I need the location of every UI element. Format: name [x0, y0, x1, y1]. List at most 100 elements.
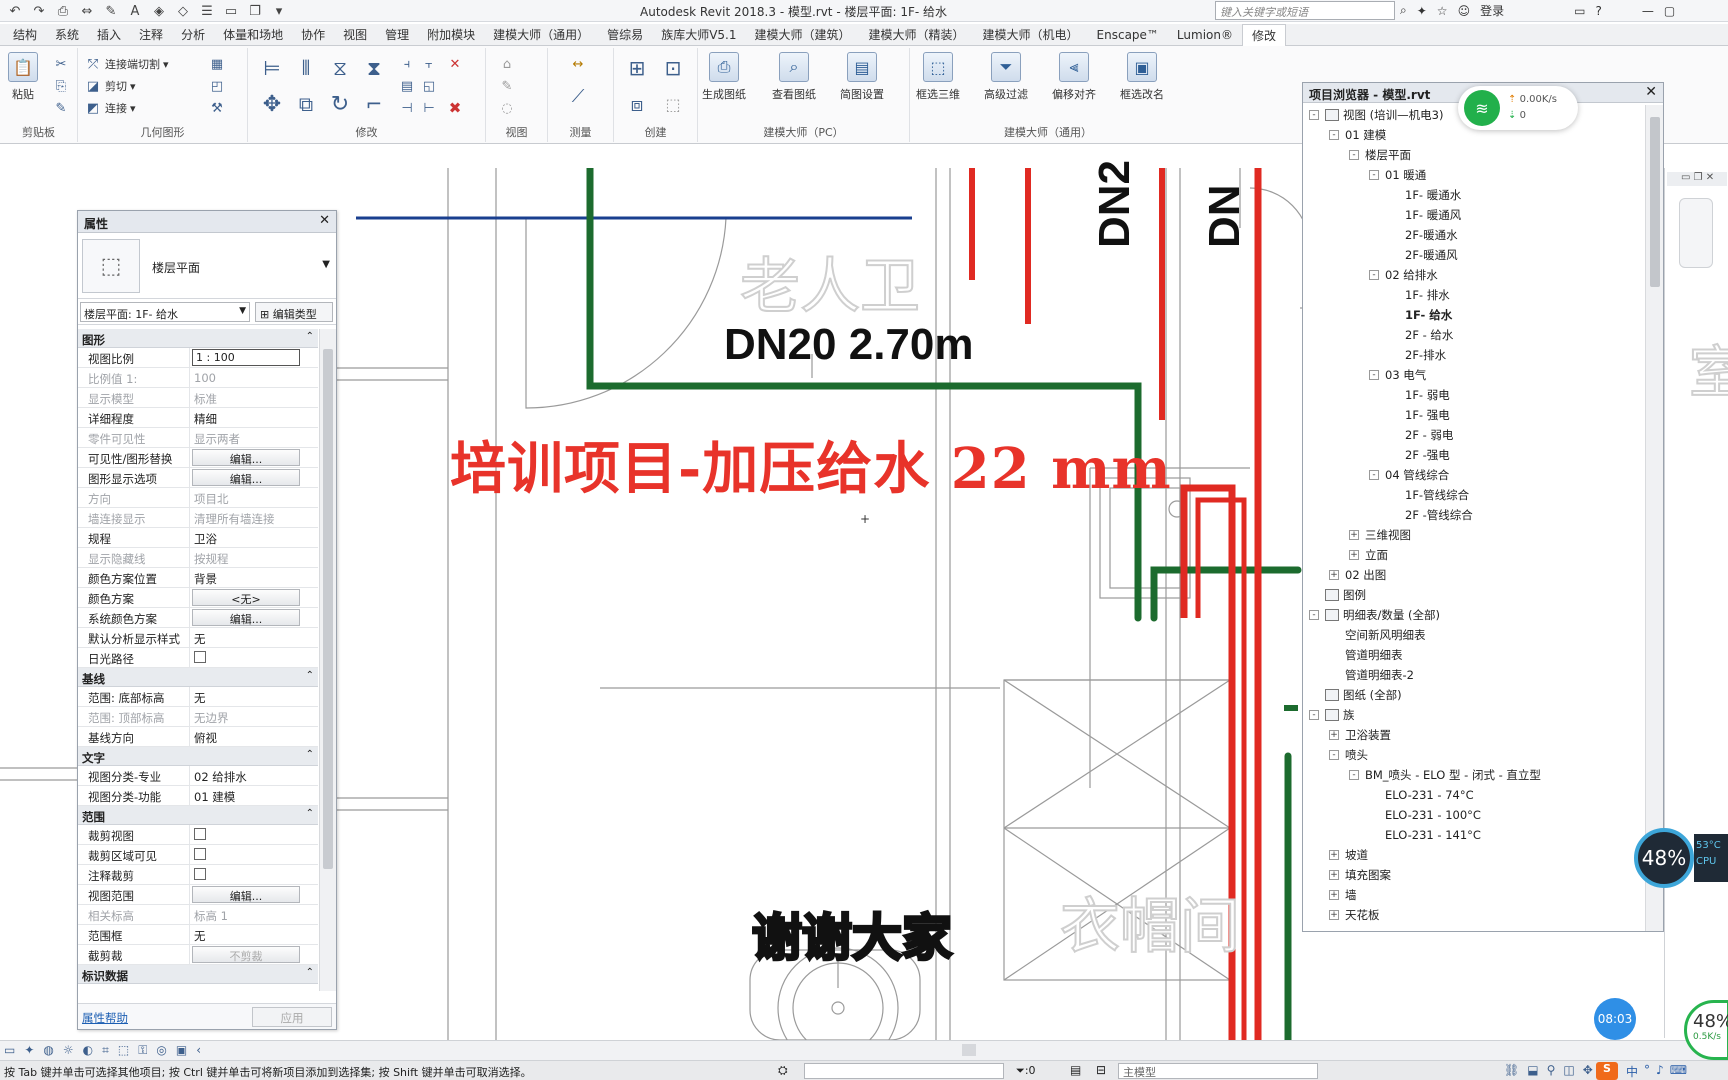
scroll-left-icon[interactable]: ‹ — [196, 1043, 201, 1058]
switch-windows-icon[interactable]: ❐ — [246, 2, 264, 20]
customize-qat-icon[interactable]: ▾ — [270, 2, 288, 20]
browser-node[interactable]: + 天花板 — [1303, 905, 1643, 925]
view-drawings-button[interactable]: ⌕ 查看图纸 — [772, 52, 816, 102]
browser-node[interactable]: -04 管线综合 — [1303, 465, 1643, 485]
horizontal-scroll-thumb[interactable] — [962, 1044, 976, 1056]
type-selector[interactable]: ⬚ 楼层平面 ▼ — [78, 233, 336, 299]
property-checkbox[interactable] — [194, 828, 206, 840]
browser-node[interactable]: -01 暖通 — [1303, 165, 1643, 185]
create-similar-icon[interactable]: ⬚ — [658, 90, 688, 118]
browser-node[interactable]: 2F-暖通风 — [1303, 245, 1643, 265]
expand-icon[interactable]: + — [1329, 570, 1339, 580]
ribbon-tab[interactable]: 管综易 — [598, 24, 652, 46]
ribbon-tab[interactable]: 插入 — [88, 24, 130, 46]
keyboard-icon[interactable]: ⌨ — [1670, 1063, 1687, 1080]
minimize-icon[interactable]: — — [1642, 4, 1654, 18]
pipe-size-label[interactable]: DN20 2.70m — [724, 320, 973, 370]
offset-align-button[interactable]: ⫷ 偏移对齐 — [1052, 52, 1096, 102]
ribbon-tab[interactable]: 体量和场地 — [214, 24, 292, 46]
chevron-down-icon[interactable]: ▼ — [322, 259, 330, 270]
split-face-icon[interactable]: ▦ — [208, 56, 226, 72]
browser-node[interactable]: 空间新风明细表 — [1303, 625, 1643, 645]
browser-node[interactable]: 2F - 弱电 — [1303, 425, 1643, 445]
recording-timer[interactable]: 08:03 — [1594, 998, 1636, 1040]
browser-node[interactable]: - 明细表/数量 (全部) — [1303, 605, 1643, 625]
browser-scrollbar[interactable] — [1645, 105, 1663, 931]
properties-help-link[interactable]: 属性帮助 — [82, 1010, 128, 1026]
collapse-icon[interactable]: ⌃ — [306, 808, 314, 819]
override-graphics-icon[interactable]: ⌂ — [498, 56, 516, 72]
dimension-icon[interactable]: ⟋ — [558, 86, 598, 107]
workset-icon[interactable]: ⛭ — [778, 1063, 788, 1078]
copy-element-icon[interactable]: ⧉ — [292, 90, 320, 118]
apply-button[interactable]: 应用 — [252, 1007, 332, 1027]
properties-scrollbar[interactable] — [319, 329, 336, 991]
browser-node[interactable]: 2F -管线综合 — [1303, 505, 1643, 525]
scrollbar-thumb[interactable] — [323, 349, 333, 869]
redo-icon[interactable]: ↷ — [30, 2, 48, 20]
collapse-icon[interactable]: - — [1329, 130, 1339, 140]
property-checkbox[interactable] — [194, 848, 206, 860]
visual-style-icon[interactable]: ◍ — [43, 1043, 53, 1058]
ribbon-tab[interactable]: 建模大师（通用） — [484, 24, 598, 46]
browser-node[interactable]: 2F -强电 — [1303, 445, 1643, 465]
browser-node[interactable]: -族 — [1303, 705, 1643, 725]
print-icon[interactable]: ⎙ — [54, 2, 72, 20]
select-links-icon[interactable]: ⛓ — [1504, 1063, 1519, 1077]
copy-icon[interactable]: ⎘ — [52, 78, 70, 94]
undo-icon[interactable]: ↶ — [6, 2, 24, 20]
workset-select[interactable] — [804, 1063, 1004, 1079]
ribbon-tab[interactable]: 视图 — [334, 24, 376, 46]
browser-node[interactable]: 1F- 弱电 — [1303, 385, 1643, 405]
property-category[interactable]: 基线 ⌃ — [78, 668, 318, 687]
create-group-icon[interactable]: ⧈ — [622, 90, 652, 118]
collapse-icon[interactable]: ⌃ — [306, 967, 314, 978]
delete-x-icon[interactable]: ✕ — [446, 56, 464, 72]
edit-type-button[interactable]: ⊞ 编辑类型 — [255, 302, 333, 322]
property-value[interactable]: 01 建模 — [194, 790, 235, 804]
design-options-icon[interactable]: ▤ — [1070, 1063, 1081, 1077]
hide-icon[interactable]: ◌ — [498, 100, 516, 116]
collapse-icon[interactable]: - — [1309, 110, 1319, 120]
navigation-bar[interactable] — [1679, 198, 1713, 268]
browser-node[interactable]: 1F-管线综合 — [1303, 485, 1643, 505]
crop-icon[interactable]: ⌗ — [102, 1043, 109, 1058]
browser-node[interactable]: 1F- 暖通风 — [1303, 205, 1643, 225]
browser-node[interactable]: -02 给排水 — [1303, 265, 1643, 285]
ime-lang-icon[interactable]: 中 — [1626, 1063, 1638, 1080]
browser-node[interactable]: 图纸 (全部) — [1303, 685, 1643, 705]
demolish-icon[interactable]: ⚒ — [208, 100, 226, 116]
mirror-axis-icon[interactable]: ⧖ — [326, 54, 354, 82]
maximize-icon[interactable]: ▢ — [1664, 4, 1675, 18]
browser-node[interactable]: 管道明细表-2 — [1303, 665, 1643, 685]
ribbon-tab[interactable]: 注释 — [130, 24, 172, 46]
collapse-icon[interactable]: - — [1369, 470, 1379, 480]
move-icon[interactable]: ✥ — [258, 90, 286, 118]
instance-filter-select[interactable]: 楼层平面: 1F- 给水 ▼ — [80, 302, 250, 322]
ribbon-tab[interactable]: 族库大师V5.1 — [652, 24, 745, 46]
property-edit-button[interactable]: 不剪裁 — [192, 946, 300, 963]
mic-icon[interactable]: ♪ — [1656, 1063, 1664, 1080]
collapse-icon[interactable]: ⌃ — [306, 749, 314, 760]
browser-node[interactable]: 1F- 给水 — [1303, 305, 1643, 325]
expand-icon[interactable]: + — [1349, 550, 1359, 560]
browser-node[interactable]: 2F-暖通水 — [1303, 225, 1643, 245]
property-value[interactable]: 卫浴 — [194, 532, 217, 546]
browser-node[interactable]: + 坡道 — [1303, 845, 1643, 865]
show-crop-icon[interactable]: ⬚ — [118, 1043, 129, 1058]
cope-button[interactable]: ⤱ 连接端切割 ▾ — [84, 56, 169, 72]
property-checkbox[interactable] — [194, 868, 206, 880]
reveal-hidden-icon[interactable]: ▣ — [176, 1043, 187, 1058]
property-edit-button[interactable]: 编辑... — [192, 469, 300, 486]
detail-level-icon[interactable]: ✦ — [24, 1043, 34, 1058]
thin-lines-icon[interactable]: ☰ — [198, 2, 216, 20]
measure-between-icon[interactable]: ↔ — [558, 56, 598, 72]
ribbon-tab[interactable]: 管理 — [376, 24, 418, 46]
rotate-icon[interactable]: ↻ — [326, 90, 354, 118]
create-parts-icon[interactable]: ⊡ — [658, 54, 688, 82]
collapse-icon[interactable]: - — [1309, 710, 1319, 720]
network-speed-widget[interactable]: ≋ ⇡ 0.00K/s ⇣ 0 — [1458, 86, 1578, 130]
collapse-icon[interactable]: - — [1369, 170, 1379, 180]
generate-drawings-button[interactable]: ⎙ 生成图纸 — [702, 52, 746, 102]
ime-icon[interactable]: S — [1596, 1062, 1618, 1080]
